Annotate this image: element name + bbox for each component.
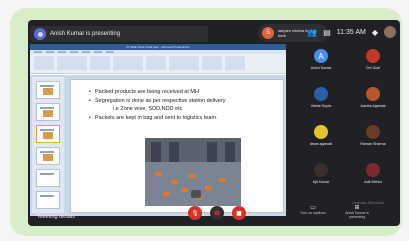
slide-canvas: • Packed products are being received at M…	[70, 79, 284, 213]
participants-grid: A Anish Kumar Om Goel Vishal Gupta Aasth…	[296, 46, 398, 212]
captions-icon: ▭	[310, 204, 316, 211]
top-right-controls: 👥 ▤ 11:35 AM ◆	[307, 26, 396, 38]
clock: 11:35 AM	[336, 28, 366, 36]
leave-call-button[interactable]: ☎	[210, 206, 224, 220]
mic-off-icon: 🎙	[191, 209, 199, 217]
participant-avatar	[314, 87, 328, 101]
participant-avatar: A	[314, 49, 328, 63]
presenting-text: Anish Kumar is presenting	[50, 31, 121, 37]
captions-button[interactable]: ▭ Turn on captions	[296, 204, 330, 215]
meeting-details-button[interactable]: Meeting details ^	[38, 214, 79, 220]
self-avatar[interactable]	[384, 26, 396, 38]
people-icon[interactable]: 👥	[307, 28, 317, 37]
participant-avatar	[366, 49, 380, 63]
participant-tile[interactable]: Adit Mehra	[348, 160, 398, 189]
participant-tile[interactable]: Aastha Agarwal	[348, 84, 398, 113]
participant-avatar	[366, 163, 380, 177]
bullet-item: • Packets are kept in bag and sent to log…	[89, 114, 218, 121]
hang-up-icon: ☎	[213, 209, 221, 217]
present-icon: ⊞	[354, 204, 360, 211]
participant-tile[interactable]: A Anish Kumar	[296, 46, 346, 75]
participant-tile[interactable]: Vishal Gupta	[296, 84, 346, 113]
presenter-avatar	[34, 28, 46, 40]
mic-off-button[interactable]: 🎙	[188, 206, 202, 220]
participant-tile[interactable]: Raman Sharma	[348, 122, 398, 151]
participant-name: Ajit Kumar	[312, 180, 330, 184]
bottom-bar: Meeting details ^ 🎙 ☎ ■ Activate Windows…	[28, 200, 400, 226]
slide-thumbnail	[36, 103, 60, 121]
slide-thumbnail	[36, 81, 60, 99]
participant-name: Om Goel	[365, 66, 381, 70]
chat-icon[interactable]: ▤	[323, 28, 331, 37]
chevron-up-icon: ^	[76, 214, 80, 220]
slide-bullets: • Packed products are being received at M…	[89, 88, 279, 122]
participant-avatar	[366, 87, 380, 101]
participant-avatar	[314, 125, 328, 139]
participant-tile[interactable]: Ajit Kumar	[296, 160, 346, 189]
ribbon	[30, 54, 286, 74]
participant-tile[interactable]: dewa agarwal	[296, 122, 346, 151]
slide-thumbnail	[36, 169, 60, 187]
shared-screen: Dr Slide Deck Final.pptx - Microsoft Pow…	[30, 44, 286, 216]
powerpoint-body: • Packed products are being received at M…	[30, 75, 286, 216]
participant-tile[interactable]: Om Goel	[348, 46, 398, 75]
notification-avatar: S	[262, 27, 274, 39]
slide-thumbnail	[36, 191, 60, 209]
participant-avatar	[366, 125, 380, 139]
participant-name: Anish Kumar	[310, 66, 332, 70]
bullet-item: • Packed products are being received at M…	[89, 89, 199, 95]
participant-name: dewa agarwal	[309, 142, 333, 146]
screenshot: Anish Kumar is presenting S satyam mishr…	[0, 0, 409, 241]
present-button[interactable]: ⊞ Anish Kumar is presenting	[340, 204, 374, 219]
presenting-banner[interactable]: Anish Kumar is presenting	[30, 26, 208, 42]
participant-avatar	[314, 163, 328, 177]
slide-thumbnails	[32, 77, 64, 213]
meet-window: Anish Kumar is presenting S satyam mishr…	[28, 20, 400, 226]
camera-off-button[interactable]: ■	[232, 206, 246, 220]
activities-icon[interactable]: ◆	[372, 28, 378, 37]
bullet-item: i.e Zone wise, SDD,NDD etc	[113, 106, 183, 112]
participant-name: Adit Mehra	[364, 180, 382, 184]
slide-thumbnail	[36, 147, 60, 165]
bullet-item: • Segregation is done as per respective s…	[89, 97, 226, 104]
slide-thumbnail	[36, 125, 60, 143]
participant-name: Vishal Gupta	[310, 104, 332, 108]
camera-overlay-icon	[191, 190, 201, 198]
call-controls: 🎙 ☎ ■	[188, 206, 246, 220]
camera-off-icon: ■	[236, 209, 242, 217]
participant-name: Aastha Agarwal	[360, 104, 386, 108]
participant-name: Raman Sharma	[360, 142, 386, 146]
